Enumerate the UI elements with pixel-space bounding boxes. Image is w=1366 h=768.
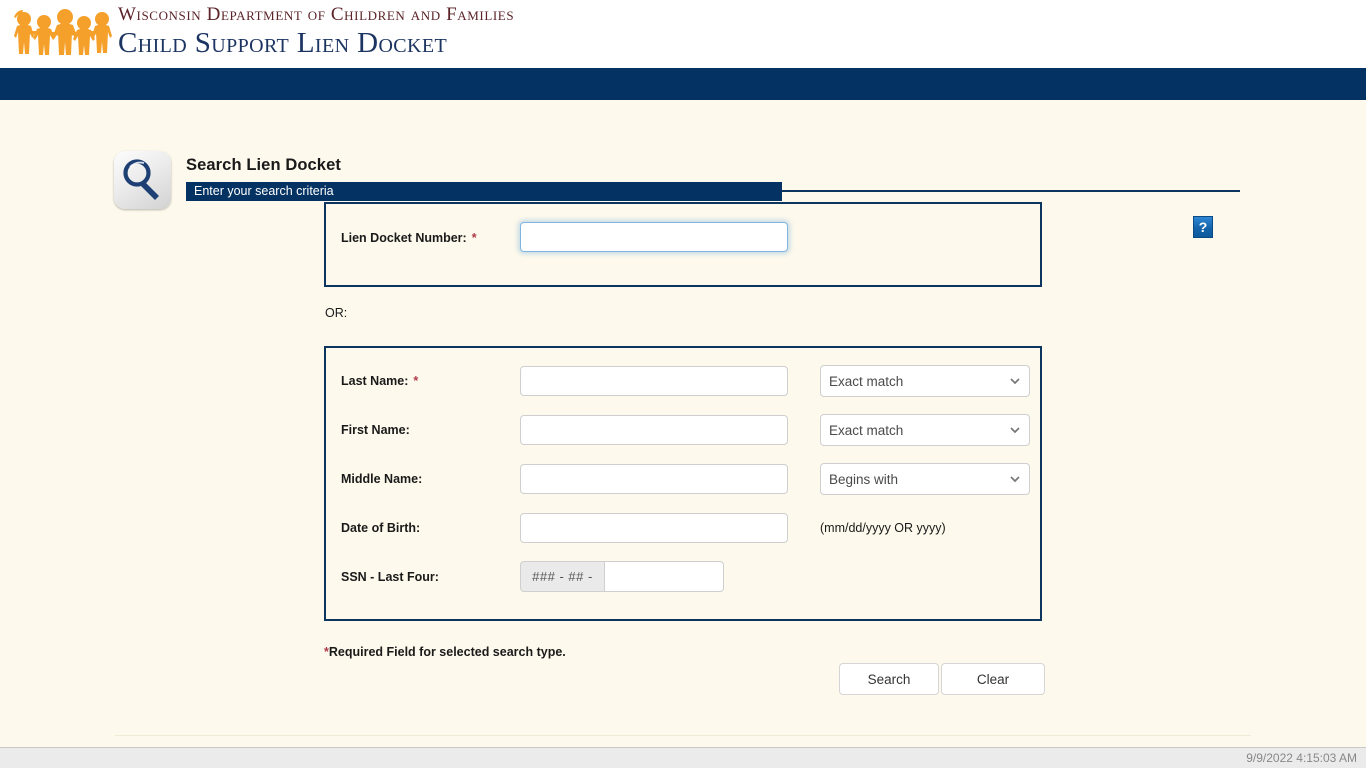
last-name-match-select[interactable]: Exact match <box>820 365 1030 397</box>
ssn-masked-prefix: ### - ## - <box>520 561 605 592</box>
help-icon[interactable]: ? <box>1193 216 1213 238</box>
required-asterisk: * <box>413 374 419 388</box>
application-name: Child Support Lien Docket <box>118 27 448 59</box>
primary-navigation-bar <box>0 68 1366 100</box>
middle-name-match-select[interactable]: Begins with <box>820 463 1030 495</box>
date-of-birth-row: Date of Birth: (mm/dd/yyyy OR yyyy) <box>326 512 1040 544</box>
date-of-birth-input[interactable] <box>520 513 788 543</box>
content-divider <box>115 735 1251 736</box>
first-name-label: First Name: <box>341 414 410 446</box>
ssn-last-four-input[interactable] <box>605 561 724 592</box>
last-name-label-text: Last Name: <box>341 374 409 388</box>
first-name-input[interactable] <box>520 415 788 445</box>
last-name-input[interactable] <box>520 366 788 396</box>
person-search-panel: Last Name: * Exact match First Name: Exac… <box>324 346 1042 621</box>
ssn-last-four-label-text: SSN - Last Four: <box>341 570 439 584</box>
lien-docket-number-input[interactable] <box>520 222 788 252</box>
lien-docket-number-label-text: Lien Docket Number: <box>341 231 467 245</box>
first-name-row: First Name: Exact match <box>326 414 1040 446</box>
clear-button[interactable]: Clear <box>941 663 1045 695</box>
lien-docket-number-label: Lien Docket Number: * <box>341 222 477 254</box>
page-title: Search Lien Docket <box>186 156 341 174</box>
date-of-birth-label: Date of Birth: <box>341 512 420 544</box>
required-field-note: *Required Field for selected search type… <box>324 645 566 659</box>
search-button[interactable]: Search <box>839 663 939 695</box>
header-divider-rule <box>782 190 1240 192</box>
first-name-label-text: First Name: <box>341 423 410 437</box>
or-separator-label: OR: <box>325 306 348 320</box>
middle-name-label: Middle Name: <box>341 463 422 495</box>
date-of-birth-label-text: Date of Birth: <box>341 521 421 535</box>
masthead: Wisconsin Department of Children and Fam… <box>0 0 1366 68</box>
children-holding-hands-logo <box>8 6 112 64</box>
ssn-last-four-label: SSN - Last Four: <box>341 561 439 593</box>
required-field-note-text: Required Field for selected search type. <box>328 645 566 659</box>
page-subtitle-bar: Enter your search criteria <box>186 182 782 201</box>
masthead-titles: Wisconsin Department of Children and Fam… <box>118 2 514 60</box>
date-of-birth-format-hint: (mm/dd/yyyy OR yyyy) <box>820 521 946 535</box>
last-name-row: Last Name: * Exact match <box>326 365 1040 397</box>
footer-bar: 9/9/2022 4:15:03 AM <box>0 747 1366 768</box>
page-header: Search Lien Docket Enter your search cri… <box>0 100 1366 238</box>
lien-docket-number-row: Lien Docket Number: * <box>326 222 1040 254</box>
lien-docket-number-panel: Lien Docket Number: * <box>324 202 1042 287</box>
agency-name: Wisconsin Department of Children and Fam… <box>118 4 515 25</box>
required-asterisk: * <box>471 231 477 245</box>
footer-timestamp: 9/9/2022 4:15:03 AM <box>1246 751 1357 765</box>
middle-name-input[interactable] <box>520 464 788 494</box>
last-name-label: Last Name: * <box>341 365 418 397</box>
ssn-last-four-row: SSN - Last Four: ### - ## - <box>326 561 1040 593</box>
magnifier-icon <box>114 151 171 209</box>
first-name-match-select[interactable]: Exact match <box>820 414 1030 446</box>
middle-name-row: Middle Name: Begins with <box>326 463 1040 495</box>
middle-name-label-text: Middle Name: <box>341 472 423 486</box>
